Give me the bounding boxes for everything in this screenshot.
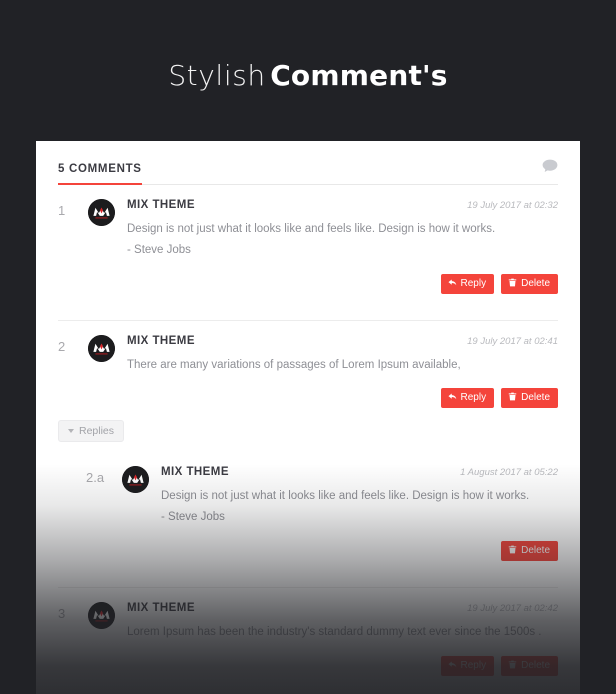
delete-button[interactable]: Delete — [501, 655, 558, 676]
comment-author: MIX THEME — [127, 199, 195, 211]
comment-signature: - Steve Jobs — [161, 511, 225, 524]
comment-meta: MIX THEME 19 July 2017 at 02:42 — [127, 602, 558, 614]
comment-timestamp: 19 July 2017 at 02:42 — [467, 603, 558, 615]
comments-card-inner: 5 COMMENTS 1 MIX THEME 19 July 2017 at 0… — [36, 141, 580, 694]
comment-meta: MIX THEME 19 July 2017 at 02:32 — [127, 199, 558, 211]
reply-button[interactable]: Reply — [440, 388, 495, 409]
comment-item-3: 3 MIX THEME 19 July 2017 at 02:42 Lorem … — [58, 587, 558, 688]
comment-index: 3 — [58, 606, 66, 622]
comment-author: MIX THEME — [161, 466, 229, 479]
page-title-thin: Stylish — [168, 59, 266, 92]
trash-icon — [508, 660, 517, 672]
reply-arrow-icon — [447, 660, 457, 672]
comment-item-2a: 2.a MIX THEME 1 August 2017 at 05:22 Des… — [58, 452, 558, 573]
comment-author: MIX THEME — [127, 334, 195, 347]
caret-down-icon — [68, 429, 74, 434]
replies-toggle-button[interactable]: Replies — [58, 420, 125, 443]
avatar[interactable] — [88, 199, 115, 226]
page-title-bold: Comment's — [270, 59, 448, 92]
comments-card: 5 COMMENTS 1 MIX THEME 19 July 2017 at 0… — [36, 141, 580, 694]
avatar[interactable] — [122, 466, 149, 494]
reply-button-label: Reply — [460, 392, 487, 404]
replies-toggle-label: Replies — [79, 425, 115, 438]
comment-text: Lorem Ipsum has been the industry's stan… — [127, 626, 542, 639]
comment-index: 2.a — [86, 470, 105, 486]
comment-body: MIX THEME 1 August 2017 at 05:22 Design … — [161, 466, 558, 573]
reply-button-label: Reply — [460, 659, 487, 671]
comment-actions: Reply Delete — [127, 273, 558, 306]
reply-button[interactable]: Reply — [440, 655, 495, 676]
comment-body: MIX THEME 19 July 2017 at 02:32 Design i… — [127, 199, 558, 306]
delete-button-label: Delete — [521, 659, 550, 671]
comment-signature: - Steve Jobs — [127, 243, 191, 256]
comment-index: 2 — [58, 338, 66, 354]
comment-actions: Delete — [161, 541, 558, 573]
comments-count-title: 5 COMMENTS — [58, 163, 142, 185]
comment-author: MIX THEME — [127, 602, 195, 615]
comment-timestamp: 19 July 2017 at 02:32 — [467, 200, 558, 211]
reply-arrow-icon — [447, 278, 457, 290]
comment-meta: MIX THEME 1 August 2017 at 05:22 — [161, 466, 558, 478]
comment-timestamp: 1 August 2017 at 05:22 — [460, 467, 558, 479]
comment-text: Design is not just what it looks like an… — [127, 223, 496, 235]
reply-arrow-icon — [447, 392, 457, 404]
comment-timestamp: 19 July 2017 at 02:41 — [467, 335, 558, 347]
trash-icon — [508, 278, 517, 290]
delete-button[interactable]: Delete — [501, 273, 558, 294]
reply-button-label: Reply — [460, 277, 487, 289]
comment-actions: Reply Delete — [127, 388, 558, 420]
replies-row: Replies — [58, 420, 558, 452]
trash-icon — [508, 392, 517, 404]
comment-item-2: 2 MIX THEME 19 July 2017 at 02:41 There … — [58, 319, 558, 421]
delete-button-label: Delete — [521, 392, 550, 404]
trash-icon — [508, 545, 517, 557]
comment-meta: MIX THEME 19 July 2017 at 02:41 — [127, 335, 558, 347]
delete-button[interactable]: Delete — [501, 541, 558, 562]
comments-header: 5 COMMENTS — [58, 159, 558, 185]
comment-index: 1 — [58, 203, 66, 218]
comment-body: MIX THEME 19 July 2017 at 02:41 There ar… — [127, 335, 558, 421]
comment-body: MIX THEME 19 July 2017 at 02:42 Lorem Ip… — [127, 602, 558, 688]
reply-button[interactable]: Reply — [440, 273, 495, 294]
comment-text: Design is not just what it looks like an… — [161, 490, 530, 503]
comment-actions: Reply Delete — [127, 655, 558, 688]
comment-text: There are many variations of passages of… — [127, 358, 461, 371]
avatar[interactable] — [88, 334, 115, 362]
delete-button-label: Delete — [521, 545, 550, 557]
comment-item-1: 1 MIX THEME 19 July 2017 at 02:32 Design… — [58, 185, 558, 306]
page-title: Stylish Comment's — [0, 0, 616, 92]
delete-button-label: Delete — [521, 277, 550, 289]
avatar[interactable] — [88, 602, 115, 630]
comment-bubble-icon[interactable] — [542, 159, 558, 173]
delete-button[interactable]: Delete — [501, 388, 558, 409]
